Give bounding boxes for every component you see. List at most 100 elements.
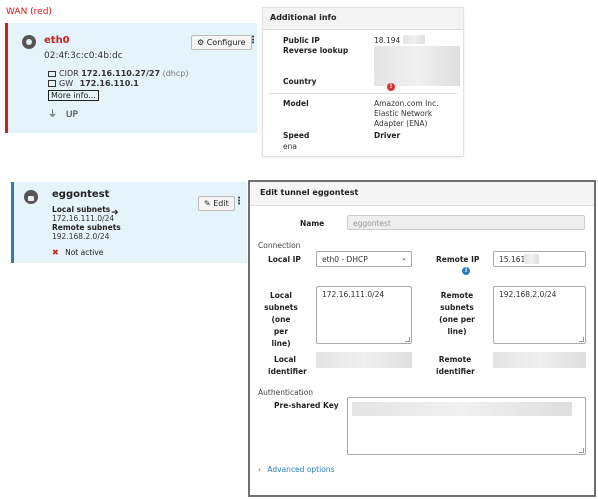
advanced-options-label: Advanced options — [267, 465, 335, 474]
network-icon — [48, 80, 56, 87]
local-subnets-field-label: Local subnets (one per line) — [264, 290, 298, 350]
monitor-icon — [48, 70, 56, 77]
redacted-area — [524, 254, 539, 264]
vpn-tunnel-card: eggontest Local subnets 172.16.111.0/24 … — [11, 182, 247, 263]
psk-label: Pre-shared Key — [274, 401, 339, 410]
country-label: Country — [283, 77, 317, 86]
edit-button[interactable]: ✎ Edit — [198, 196, 235, 211]
local-identifier-input[interactable] — [316, 352, 412, 368]
label-line: subnets — [440, 303, 474, 312]
configure-label: Configure — [206, 38, 246, 47]
pencil-icon: ✎ — [204, 199, 211, 208]
label-line: (one per — [271, 315, 291, 336]
reverse-lookup-label: Reverse lookup — [283, 46, 349, 55]
local-ip-label: Local IP — [268, 255, 301, 264]
edit-label: Edit — [213, 199, 229, 208]
link-status-text: UP — [65, 110, 78, 120]
label-line: line) — [271, 339, 291, 348]
kebab-menu-icon[interactable]: ⋮ — [234, 196, 244, 207]
label-line: identifier — [268, 367, 307, 376]
redacted-area — [403, 35, 425, 44]
name-input[interactable]: eggontest — [347, 215, 585, 230]
local-identifier-label: Local identifier — [268, 354, 307, 378]
info-icon[interactable]: i — [462, 267, 470, 275]
warning-icon: ! — [387, 83, 395, 91]
name-label: Name — [300, 219, 325, 228]
wan-section-title: WAN (red) — [6, 7, 52, 17]
local-ip-value: eth0 - DHCP — [322, 255, 368, 264]
remote-identifier-label: Remote identifier — [436, 354, 475, 378]
remote-subnets-field-label: Remote subnets (one per line) — [438, 290, 476, 338]
local-subnets-label: Local subnets — [52, 205, 111, 214]
label-line: Local — [273, 355, 296, 364]
close-x-icon: ✖ — [52, 248, 59, 257]
label-line: (one per — [439, 315, 475, 324]
gateway-row: GW 172.16.110.1 — [48, 79, 139, 88]
label-line: identifier — [436, 367, 475, 376]
psk-textarea[interactable] — [347, 397, 586, 455]
interface-name: eth0 — [44, 35, 70, 46]
model-line-2: Elastic Network — [374, 109, 433, 118]
kebab-menu-icon[interactable]: ⋮ — [248, 35, 258, 46]
label-line: Remote — [440, 291, 474, 300]
remote-ip-label: Remote IP — [436, 255, 480, 264]
redacted-area — [374, 46, 460, 76]
arrow-right-icon: ➜ — [111, 208, 119, 218]
model-line-1: Amazon.com Inc. — [374, 99, 439, 108]
authentication-section: Authentication — [258, 388, 314, 397]
redacted-area — [352, 402, 572, 416]
cidr-mode: (dhcp) — [162, 69, 189, 78]
dialog-title: Edit tunnel eggontest — [250, 182, 594, 206]
resize-handle-icon[interactable] — [579, 448, 584, 453]
label-line: Remote — [438, 355, 472, 364]
tunnel-status-text: Not active — [65, 248, 104, 257]
label-line: Local — [269, 291, 292, 300]
tunnel-name: eggontest — [52, 189, 110, 200]
chevron-right-icon: › — [258, 465, 261, 474]
divider — [269, 93, 457, 94]
resize-handle-icon[interactable] — [405, 337, 410, 342]
chevron-down-icon: ⌄ — [401, 254, 407, 262]
additional-info-panel: Additional info Public IP 18.194 Reverse… — [262, 7, 464, 157]
gw-label: GW — [59, 79, 74, 88]
local-subnets-value: 172.16.111.0/24 — [52, 214, 115, 223]
remote-subnets-label: Remote subnets — [52, 223, 121, 232]
cidr-label: CIDR — [59, 69, 79, 78]
gw-value: 172.16.110.1 — [79, 79, 139, 88]
mac-address: 02:4f:3c:c0:4b:dc — [44, 51, 123, 61]
remote-identifier-input[interactable] — [493, 352, 586, 368]
cidr-row: CIDR 172.16.110.27/27 (dhcp) — [48, 69, 188, 78]
local-subnets-text: 172.16.111.0/24 — [322, 290, 385, 299]
cidr-value: 172.16.110.27/27 — [81, 69, 161, 78]
public-ip-value: 18.194 — [374, 36, 401, 45]
wan-interface-card: eth0 02:4f:3c:c0:4b:dc CIDR 172.16.110.2… — [5, 23, 258, 133]
remote-subnets-value: 192.168.2.0/24 — [52, 232, 110, 241]
more-info-link[interactable]: More info... — [48, 90, 99, 101]
model-label: Model — [283, 99, 309, 108]
driver-label: Driver — [374, 131, 401, 140]
speed-label: Speed — [283, 131, 310, 140]
driver-value: ena — [283, 142, 297, 151]
remote-subnets-text: 192.168.2.0/24 — [499, 290, 557, 299]
globe-icon — [22, 35, 36, 49]
lock-icon — [24, 190, 38, 204]
advanced-options-toggle[interactable]: › Advanced options — [258, 465, 334, 474]
remote-subnets-textarea[interactable]: 192.168.2.0/24 — [493, 286, 586, 344]
connection-section: Connection — [258, 241, 301, 250]
model-line-3: Adapter (ENA) — [374, 119, 428, 128]
remote-ip-input[interactable]: 15.161 — [493, 251, 586, 267]
tunnel-status: ✖ Not active — [52, 248, 103, 257]
local-subnets-textarea[interactable]: 172.16.111.0/24 — [316, 286, 412, 344]
local-ip-select[interactable]: eth0 - DHCP ⌄ — [316, 251, 412, 267]
gear-icon: ⚙ — [197, 38, 205, 47]
public-ip-label: Public IP — [283, 36, 320, 45]
additional-info-title: Additional info — [263, 8, 463, 30]
plug-icon: ⏚ — [48, 110, 58, 120]
remote-ip-value: 15.161 — [499, 255, 526, 264]
label-line: subnets — [264, 303, 298, 312]
configure-button[interactable]: ⚙ Configure — [191, 35, 252, 50]
edit-tunnel-dialog: Edit tunnel eggontest Name eggontest Con… — [248, 180, 596, 497]
resize-handle-icon[interactable] — [579, 337, 584, 342]
label-line: line) — [447, 327, 467, 336]
link-status: ⏚ UP — [48, 107, 78, 120]
